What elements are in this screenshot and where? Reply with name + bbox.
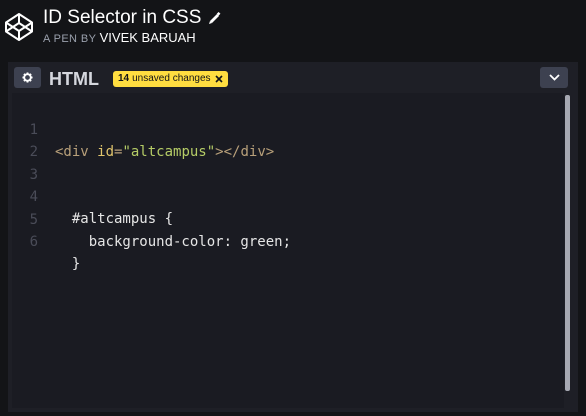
close-icon[interactable] (214, 75, 223, 83)
pen-byline: A PEN BY VIVEK BARUAH (43, 31, 196, 46)
editor-header: HTML 14 unsaved changes (8, 64, 578, 92)
chevron-down-icon (548, 74, 560, 81)
editor-scrollbar[interactable] (565, 95, 570, 391)
code-line: 6 } (12, 209, 564, 272)
editor-settings-button[interactable] (14, 67, 41, 88)
pen-title[interactable]: ID Selector in CSS (43, 7, 221, 29)
line-number: 6 (29, 234, 38, 250)
unsaved-text: unsaved changes (132, 73, 211, 84)
code-line: 3 (12, 142, 564, 183)
unsaved-count: 14 (118, 73, 130, 84)
code-line: 2 (12, 119, 564, 160)
code-line: 1 <div id="altcampus"></div> (12, 97, 564, 160)
editor-bottom-edge (8, 408, 578, 412)
html-editor-panel: HTML 14 unsaved changes 1 <div id="altca… (8, 62, 578, 412)
code-line: 4 #altcampus { (12, 164, 564, 227)
line-text: background-color: green; (55, 234, 292, 250)
byline-prefix: A PEN BY (43, 33, 97, 45)
pen-title-text: ID Selector in CSS (43, 7, 202, 28)
top-bar: ID Selector in CSS A PEN BY VIVEK BARUAH (0, 0, 586, 62)
pencil-icon[interactable] (208, 11, 221, 25)
line-text: } (55, 256, 81, 272)
author-link[interactable]: VIVEK BARUAH (100, 30, 196, 45)
code-editor[interactable]: 1 <div id="altcampus"></div> 2 3 4 #altc… (12, 93, 564, 408)
gear-icon (22, 72, 33, 83)
unsaved-changes-badge[interactable]: 14 unsaved changes (113, 71, 228, 87)
code-line: 5 background-color: green; (12, 187, 564, 250)
codepen-logo-icon[interactable] (4, 12, 34, 42)
editor-language-label: HTML (49, 69, 99, 89)
editor-collapse-button[interactable] (540, 67, 568, 88)
